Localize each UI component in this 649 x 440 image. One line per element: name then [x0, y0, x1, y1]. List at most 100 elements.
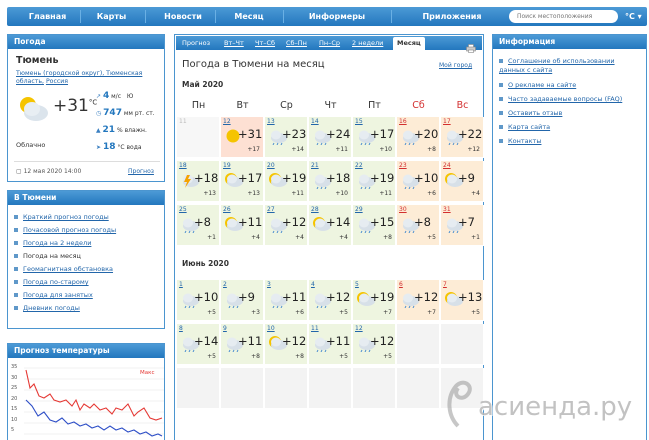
calendar-day-cell[interactable]: 12 +12 +5	[353, 324, 396, 365]
day-number: 9	[223, 325, 227, 332]
calendar-day-cell[interactable]: 15 +17 +10	[353, 117, 396, 158]
tab-month[interactable]: Месяц	[393, 37, 425, 50]
day-temp: +12	[370, 334, 395, 348]
units-selector[interactable]: °C ▾	[625, 7, 642, 26]
link-advertising[interactable]: О рекламе на сайте	[499, 81, 576, 89]
link-contacts[interactable]: Контакты	[499, 137, 541, 145]
nav-informers[interactable]: Информеры	[289, 7, 385, 26]
tab-sat-mon[interactable]: Сб–Пн	[286, 36, 307, 50]
calendar-day-cell[interactable]: 17 +22 +12	[441, 117, 484, 158]
day-temp: +12	[282, 334, 307, 348]
day-of-week-3: Ср	[280, 100, 293, 111]
nav-maps[interactable]: Карты	[87, 7, 136, 26]
calendar-day-cell[interactable]: 5 +19 +7	[353, 280, 396, 321]
calendar-day-cell[interactable]: 1 +10 +5	[177, 280, 220, 321]
my-city-link[interactable]: Мой город	[439, 62, 472, 69]
day-number: 20	[267, 162, 275, 169]
day-number: 22	[355, 162, 363, 169]
calendar-day-cell[interactable]: 20 +19 +11	[265, 161, 308, 202]
tab-thu-sat[interactable]: Чт–Сб	[255, 36, 275, 50]
calendar-day-cell[interactable]: 31 +7 +1	[441, 205, 484, 246]
day-temp: +11	[326, 334, 351, 348]
link-feedback[interactable]: Оставить отзыв	[499, 109, 562, 117]
calendar-day-cell[interactable]: 11 +11 +5	[309, 324, 352, 365]
day-number: 12	[223, 118, 231, 125]
calendar-day-cell[interactable]: 26 +11 +4	[221, 205, 264, 246]
day-temp: +12	[414, 290, 439, 304]
pressure-readout: ◷ 747 мм рт. ст.	[96, 108, 155, 118]
day-temp: +8	[194, 215, 211, 229]
calendar-day-cell	[441, 324, 484, 365]
calendar-day-cell[interactable]: 21 +18 +10	[309, 161, 352, 202]
observation-time: ▢ 12 мая 2020 14:00	[16, 168, 82, 175]
calendar-day-cell[interactable]: 18 +18 +13	[177, 161, 220, 202]
calendar-day-cell[interactable]: 12 +31 +17	[221, 117, 264, 158]
calendar-day-cell[interactable]: 4 +12 +5	[309, 280, 352, 321]
chart-y-ticks: 35 30 25 20 15 10 5	[11, 364, 18, 433]
link-sitemap[interactable]: Карта сайта	[499, 123, 550, 131]
calendar-day-cell[interactable]: 22 +19 +11	[353, 161, 396, 202]
day-number: 25	[179, 206, 187, 213]
temp-chart-panel: Прогноз температуры 35 30 25 20 15 10 5 Макс	[7, 343, 165, 440]
day-temp: +19	[370, 290, 395, 304]
day-temp: +22	[458, 127, 483, 141]
day-number: 16	[399, 118, 407, 125]
calendar-day-cell[interactable]: 30 +8 +5	[397, 205, 440, 246]
calendar-day-cell[interactable]: 29 +15 +8	[353, 205, 396, 246]
day-number: 29	[355, 206, 363, 213]
nav-news[interactable]: Новости	[149, 7, 217, 26]
day-temp: +17	[238, 171, 263, 185]
nav-month[interactable]: Месяц	[219, 7, 279, 26]
calendar-day-cell	[397, 324, 440, 365]
night-temp: +10	[335, 190, 348, 197]
night-temp: +3	[251, 309, 260, 316]
calendar-day-cell[interactable]: 25 +8 +1	[177, 205, 220, 246]
link-short-forecast[interactable]: Краткий прогноз погоды	[14, 213, 109, 221]
night-temp: +5	[383, 353, 392, 360]
calendar-panel: Прогноз Вт–Чт Чт–Сб Сб–Пн Пн–Ср 2 недели…	[174, 34, 484, 440]
calendar-day-cell[interactable]: 16 +20 +8	[397, 117, 440, 158]
link-faq[interactable]: Часто задаваемые вопросы (FAQ)	[499, 95, 622, 103]
water-readout: ➤ 18 °C вода	[96, 142, 142, 152]
calendar-day-cell[interactable]: 8 +14 +5	[177, 324, 220, 365]
tab-forecast[interactable]: Прогноз	[182, 36, 210, 50]
link-busy[interactable]: Погода для занятых	[14, 291, 93, 299]
calendar-day-cell[interactable]: 27 +12 +4	[265, 205, 308, 246]
day-of-week-5: Пт	[368, 100, 381, 111]
link-old-style[interactable]: Погода по-старому	[14, 278, 89, 286]
calendar-day-cell[interactable]: 13 +23 +14	[265, 117, 308, 158]
search-input[interactable]	[509, 10, 618, 23]
calendar-day-cell[interactable]: 7 +13 +5	[441, 280, 484, 321]
info-panel: Информация Соглашение об использовании д…	[492, 34, 647, 440]
tab-mon-wed[interactable]: Пн–Ср	[319, 36, 340, 50]
calendar-day-cell[interactable]: 6 +12 +7	[397, 280, 440, 321]
calendar-day-cell[interactable]: 9 +11 +8	[221, 324, 264, 365]
night-temp: +13	[203, 190, 216, 197]
current-temp: +31°C	[53, 96, 98, 116]
calendar-day-cell: 11	[177, 117, 220, 158]
calendar-day-cell[interactable]: 19 +17 +13	[221, 161, 264, 202]
calendar-day-cell[interactable]: 2 +9 +3	[221, 280, 264, 321]
calendar-day-cell[interactable]: 3 +11 +6	[265, 280, 308, 321]
tab-tue-thu[interactable]: Вт–Чт	[224, 36, 244, 50]
forecast-link[interactable]: Прогноз	[128, 168, 154, 175]
nav-home[interactable]: Главная	[19, 7, 76, 26]
link-diary[interactable]: Дневник погоды	[14, 304, 80, 312]
country-link[interactable]: Россия	[46, 78, 68, 85]
link-hourly-forecast[interactable]: Почасовой прогноз погоды	[14, 226, 116, 234]
region-link[interactable]: Тюмень (городской округ), Тюменская	[16, 70, 142, 77]
printer-icon[interactable]	[466, 38, 476, 53]
calendar-day-cell[interactable]: 28 +14 +4	[309, 205, 352, 246]
link-geomagnetic[interactable]: Геомагнитная обстановка	[14, 265, 113, 273]
calendar-day-cell[interactable]: 24 +9 +4	[441, 161, 484, 202]
tab-two-weeks[interactable]: 2 недели	[352, 36, 383, 50]
calendar-day-cell[interactable]: 10 +12 +8	[265, 324, 308, 365]
nav-apps[interactable]: Приложения	[402, 7, 502, 26]
link-data-agreement[interactable]: Соглашение об использовании данных с сай…	[499, 57, 639, 74]
day-temp: +12	[282, 215, 307, 229]
calendar-day-cell[interactable]: 23 +10 +6	[397, 161, 440, 202]
link-two-weeks[interactable]: Погода на 2 недели	[14, 239, 91, 247]
humidity-readout: ▲ 21 % влажн.	[96, 125, 147, 135]
calendar-day-cell[interactable]: 14 +24 +11	[309, 117, 352, 158]
day-number: 1	[179, 281, 183, 288]
